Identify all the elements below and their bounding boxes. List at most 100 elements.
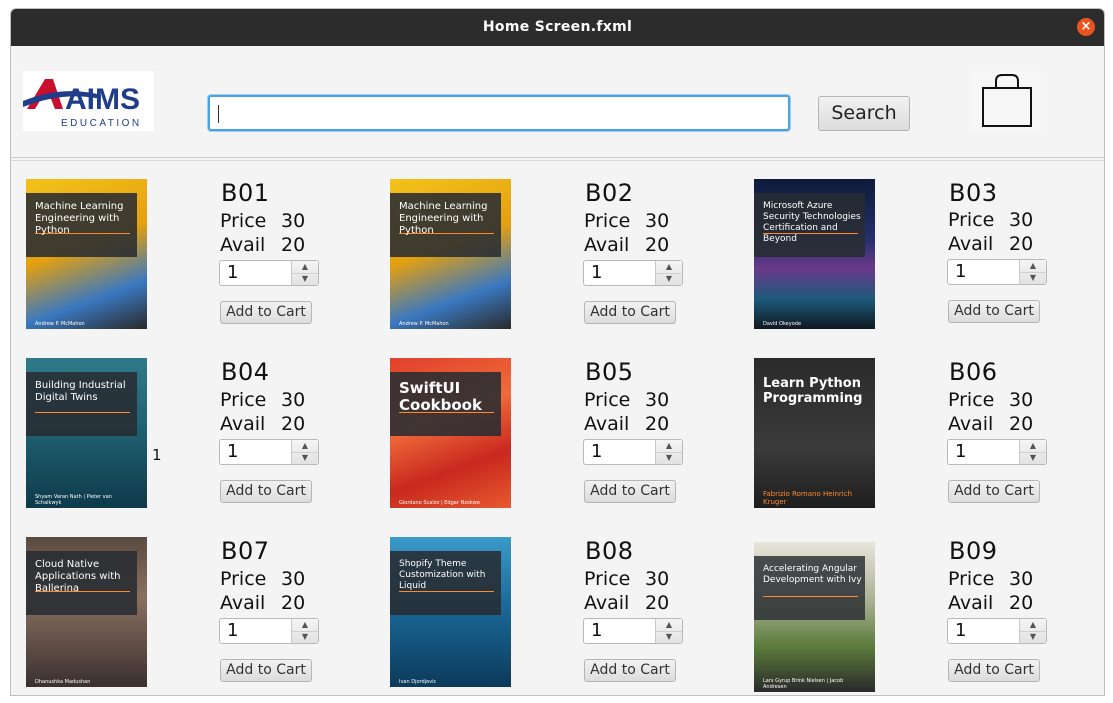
cover-author: Dhanushka Madushan	[35, 679, 91, 685]
add-to-cart-button[interactable]: Add to Cart	[948, 659, 1040, 682]
book-cover[interactable]: Microsoft Azure Security Technologies Ce…	[754, 179, 875, 329]
stray-label: 1	[152, 446, 162, 464]
quantity-spinner[interactable]: 1 ▲ ▼	[947, 439, 1047, 465]
avail-label: Avail	[584, 234, 630, 256]
book-cover[interactable]: Shopify Theme Customization with Liquid …	[390, 537, 511, 687]
spinner-buttons[interactable]: ▲ ▼	[1019, 260, 1046, 284]
close-button[interactable]: ×	[1077, 18, 1095, 36]
cover-author: Ivan Djordjevic	[399, 679, 437, 685]
book-cover[interactable]: Machine Learning Engineering with Python…	[26, 179, 147, 329]
quantity-value: 1	[955, 620, 967, 641]
cover-title: Accelerating Angular Development with Iv…	[763, 564, 862, 585]
spinner-buttons[interactable]: ▲ ▼	[655, 440, 682, 464]
price-label: Price	[220, 210, 267, 232]
price-value: 30	[281, 389, 306, 411]
quantity-spinner[interactable]: 1 ▲ ▼	[219, 618, 319, 644]
book-code: B03	[949, 179, 998, 207]
price-label: Price	[584, 389, 631, 411]
add-to-cart-button[interactable]: Add to Cart	[584, 659, 676, 682]
add-to-cart-button[interactable]: Add to Cart	[220, 301, 312, 324]
spin-down-icon[interactable]: ▼	[656, 273, 682, 285]
avail-value: 20	[281, 413, 306, 435]
avail-value: 20	[645, 413, 670, 435]
aims-logo: AIMS EDUCATION	[23, 71, 154, 131]
avail-label: Avail	[220, 234, 266, 256]
avail-value: 20	[645, 592, 670, 614]
spin-down-icon[interactable]: ▼	[1020, 631, 1046, 643]
add-to-cart-button[interactable]: Add to Cart	[948, 300, 1040, 323]
spinner-buttons[interactable]: ▲ ▼	[291, 440, 318, 464]
quantity-value: 1	[591, 620, 603, 641]
title-bar[interactable]: Home Screen.fxml ×	[11, 9, 1104, 46]
cover-author: Giordano Scalzo | Edgar Nzokwe	[399, 500, 480, 506]
avail-label: Avail	[584, 413, 630, 435]
spin-down-icon[interactable]: ▼	[1020, 452, 1046, 464]
shopping-bag-icon[interactable]	[971, 71, 1041, 131]
quantity-spinner[interactable]: 1 ▲ ▼	[219, 439, 319, 465]
quantity-value: 1	[227, 620, 239, 641]
cover-title: Cloud Native Applications with Ballerina	[35, 559, 121, 594]
price-value: 30	[1009, 568, 1034, 590]
add-to-cart-button[interactable]: Add to Cart	[584, 301, 676, 324]
cover-title: Microsoft Azure Security Technologies Ce…	[763, 201, 861, 244]
quantity-spinner[interactable]: 1 ▲ ▼	[219, 260, 319, 286]
spin-down-icon[interactable]: ▼	[1020, 272, 1046, 284]
quantity-spinner[interactable]: 1 ▲ ▼	[583, 260, 683, 286]
spinner-buttons[interactable]: ▲ ▼	[655, 619, 682, 643]
window-title: Home Screen.fxml	[482, 19, 633, 35]
spinner-buttons[interactable]: ▲ ▼	[291, 619, 318, 643]
text-caret	[218, 105, 219, 123]
book-code: B01	[221, 179, 270, 207]
book-card-b06: Learn Python Programming Fabrizio Romano…	[754, 358, 1074, 518]
avail-value: 20	[645, 234, 670, 256]
spin-down-icon[interactable]: ▼	[292, 631, 318, 643]
spinner-buttons[interactable]: ▲ ▼	[655, 261, 682, 285]
spinner-buttons[interactable]: ▲ ▼	[1019, 440, 1046, 464]
quantity-spinner[interactable]: 1 ▲ ▼	[947, 259, 1047, 285]
book-cover[interactable]: SwiftUI Cookbook Giordano Scalzo | Edgar…	[390, 358, 511, 508]
price-label: Price	[220, 568, 267, 590]
cover-title: Machine Learning Engineering with Python	[35, 201, 124, 236]
price-label: Price	[584, 568, 631, 590]
spin-down-icon[interactable]: ▼	[656, 631, 682, 643]
add-to-cart-button[interactable]: Add to Cart	[220, 480, 312, 503]
cover-author: Andrew P. McMahon	[35, 321, 85, 327]
book-card-b09: Accelerating Angular Development with Iv…	[754, 537, 1074, 695]
spin-down-icon[interactable]: ▼	[656, 452, 682, 464]
spinner-buttons[interactable]: ▲ ▼	[291, 261, 318, 285]
quantity-spinner[interactable]: 1 ▲ ▼	[583, 439, 683, 465]
cover-title: Machine Learning Engineering with Python	[399, 201, 488, 236]
add-to-cart-button[interactable]: Add to Cart	[220, 659, 312, 682]
cover-author: Shyam Varan Nath | Pieter van Schalkwyk	[35, 494, 112, 506]
book-cover[interactable]: Building Industrial Digital Twins Shyam …	[26, 358, 147, 508]
book-cover[interactable]: Cloud Native Applications with Ballerina…	[26, 537, 147, 687]
book-card-b04: Building Industrial Digital Twins Shyam …	[26, 358, 346, 518]
quantity-value: 1	[591, 262, 603, 283]
search-input[interactable]	[208, 95, 790, 131]
price-value: 30	[645, 389, 670, 411]
add-to-cart-button[interactable]: Add to Cart	[948, 480, 1040, 503]
search-button[interactable]: Search	[818, 96, 910, 131]
quantity-value: 1	[227, 441, 239, 462]
quantity-spinner[interactable]: 1 ▲ ▼	[947, 618, 1047, 644]
avail-label: Avail	[948, 233, 994, 255]
avail-value: 20	[1009, 592, 1034, 614]
app-window: Home Screen.fxml × AIMS EDUCATION Search	[10, 8, 1105, 696]
spinner-buttons[interactable]: ▲ ▼	[1019, 619, 1046, 643]
header: AIMS EDUCATION Search	[11, 46, 1104, 158]
book-card-b07: Cloud Native Applications with Ballerina…	[26, 537, 346, 695]
book-cover[interactable]: Learn Python Programming Fabrizio Romano…	[754, 358, 875, 508]
header-divider	[11, 160, 1104, 161]
avail-label: Avail	[220, 413, 266, 435]
spin-down-icon[interactable]: ▼	[292, 273, 318, 285]
quantity-spinner[interactable]: 1 ▲ ▼	[583, 618, 683, 644]
avail-value: 20	[1009, 413, 1034, 435]
spin-down-icon[interactable]: ▼	[292, 452, 318, 464]
price-label: Price	[948, 568, 995, 590]
add-to-cart-button[interactable]: Add to Cart	[584, 480, 676, 503]
book-code: B09	[949, 537, 998, 565]
avail-label: Avail	[948, 592, 994, 614]
quantity-value: 1	[955, 441, 967, 462]
book-cover[interactable]: Machine Learning Engineering with Python…	[390, 179, 511, 329]
book-cover[interactable]: Accelerating Angular Development with Iv…	[754, 542, 875, 692]
